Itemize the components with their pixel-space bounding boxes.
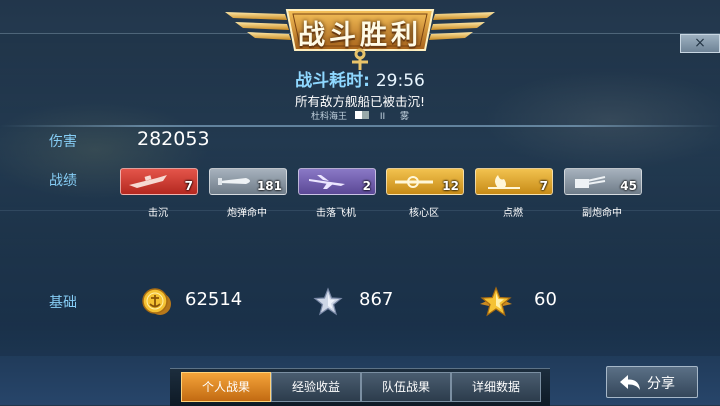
medal-label: 击落飞机 — [316, 208, 356, 219]
medal-count: 7 — [184, 179, 193, 193]
record-label: 战绩 — [49, 173, 77, 189]
battle-duration: 战斗耗时: 29:56 — [0, 66, 720, 91]
tab-detailed-data[interactable]: 详细数据 — [451, 372, 541, 402]
medal-label: 击沉 — [148, 208, 168, 219]
gold-value: 62514 — [185, 289, 243, 310]
medal-label: 炮弹命中 — [227, 208, 267, 219]
flag-icon — [354, 111, 369, 119]
base-label: 基础 — [49, 295, 77, 311]
damage-value: 282053 — [137, 128, 210, 150]
victory-banner: 战斗胜利 — [225, 0, 495, 70]
tab-experience-gains[interactable]: 经验收益 — [271, 372, 361, 402]
medal-core-hits[interactable]: 12 — [386, 168, 464, 195]
medal-planes-downed[interactable]: 2 — [298, 168, 376, 195]
tab-personal-results[interactable]: 个人战果 — [181, 372, 271, 402]
close-button[interactable]: × — [680, 34, 720, 53]
gold-star-icon — [480, 286, 512, 317]
damage-label: 伤害 — [49, 134, 77, 150]
player-extra: 雾 — [400, 112, 410, 122]
battle-duration-label: 战斗耗时: — [295, 71, 370, 91]
share-arrow-icon — [620, 375, 640, 390]
tab-team-results[interactable]: 队伍战果 — [361, 372, 451, 402]
fire-icon — [488, 175, 520, 189]
free-exp-value: 60 — [534, 289, 557, 310]
medal-sinking[interactable]: 7 — [120, 168, 198, 195]
medal-count: 2 — [362, 179, 371, 193]
share-button[interactable]: 分享 — [606, 366, 698, 398]
medal-fires[interactable]: 7 — [475, 168, 553, 195]
ship-sinking-icon — [129, 175, 167, 188]
player-name: 杜科海王 — [310, 112, 347, 122]
battle-summary: 所有敌方舰船已被击沉! — [294, 94, 425, 109]
player-tag: II — [379, 112, 386, 122]
medal-label: 副炮命中 — [582, 208, 622, 219]
silver-star-icon — [313, 287, 343, 316]
shell-icon — [218, 178, 250, 185]
core-hit-icon — [395, 176, 433, 188]
medal-label: 点燃 — [503, 208, 523, 219]
player-info: 杜科海王 II 雾 — [0, 109, 720, 122]
medal-shell-hits[interactable]: 181 — [209, 168, 287, 195]
medal-count: 181 — [256, 179, 282, 193]
medal-secondary-hits[interactable]: 45 — [564, 168, 642, 195]
header-divider — [0, 125, 720, 127]
medal-label: 核心区 — [409, 208, 439, 219]
battle-duration-value: 29:56 — [375, 71, 425, 91]
medal-count: 12 — [442, 179, 459, 193]
victory-title: 战斗胜利 — [298, 20, 422, 51]
gold-coin-icon — [142, 288, 171, 315]
medal-count: 45 — [620, 179, 637, 193]
plane-icon — [309, 175, 345, 189]
share-label: 分享 — [647, 376, 675, 392]
medal-count: 7 — [539, 179, 548, 193]
secondary-gun-icon — [575, 176, 606, 188]
experience-value: 867 — [359, 289, 394, 310]
